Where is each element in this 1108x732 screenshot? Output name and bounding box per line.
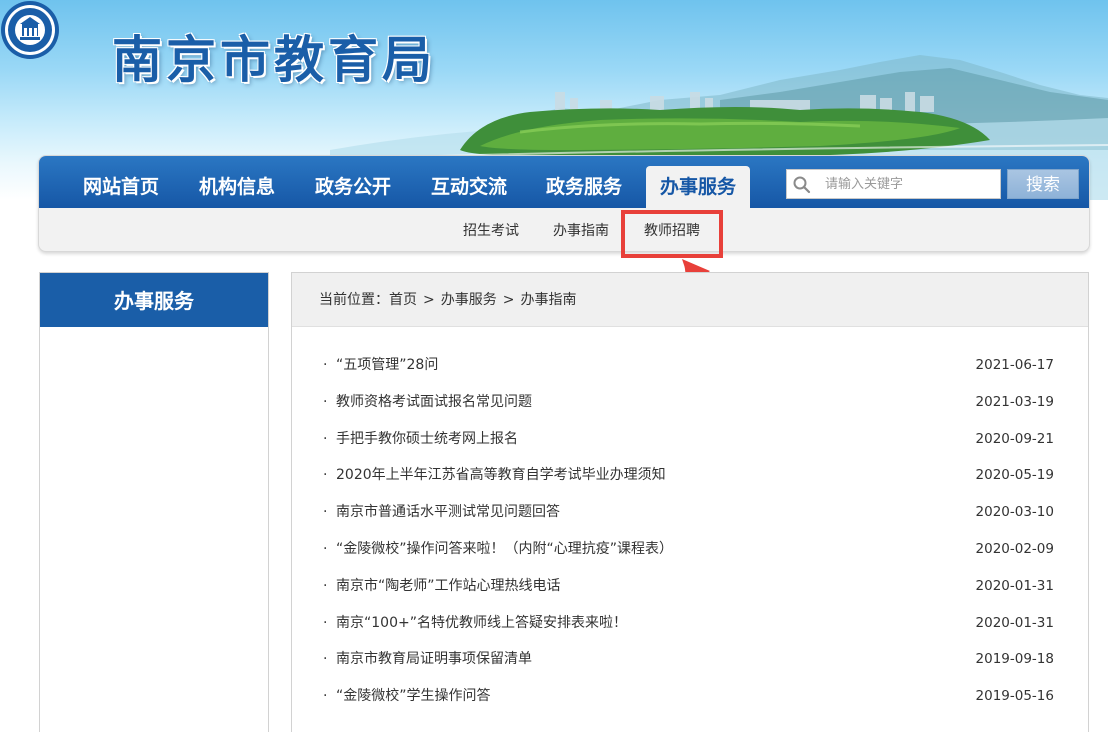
breadcrumb-prefix: 当前位置：: [319, 292, 389, 308]
breadcrumb-home[interactable]: 首页: [389, 292, 417, 308]
article-list: · “五项管理”28问 2021-06-17 · 教师资格考试面试报名常见问题 2021…: [292, 347, 1088, 715]
breadcrumb-separator: >: [502, 292, 515, 308]
sidebar-title: 办事服务: [40, 273, 268, 327]
nav-item-organization[interactable]: 机构信息: [197, 156, 277, 208]
list-bullet: ·: [323, 614, 328, 631]
article-title[interactable]: “五项管理”28问: [336, 347, 438, 384]
sidebar: 办事服务: [39, 272, 269, 732]
list-item: · 南京市普通话水平测试常见问题回答 2020-03-10: [292, 494, 1088, 531]
article-title[interactable]: 南京市“陶老师”工作站心理热线电话: [336, 568, 561, 605]
nav-item-home[interactable]: 网站首页: [81, 156, 161, 208]
sub-navigation: 招生考试 办事指南 教师招聘: [39, 208, 1089, 251]
list-bullet: ·: [323, 393, 328, 410]
breadcrumb: 当前位置：首页 > 办事服务 > 办事指南: [292, 273, 1088, 327]
list-bullet: ·: [323, 467, 328, 484]
list-item: · 教师资格考试面试报名常见问题 2021-03-19: [292, 384, 1088, 421]
main-content: 当前位置：首页 > 办事服务 > 办事指南 · “五项管理”28问 2021-06-17 ·…: [291, 272, 1089, 732]
article-title[interactable]: “金陵微校”学生操作问答: [336, 678, 491, 715]
article-date: 2019-05-16: [975, 688, 1054, 705]
article-title[interactable]: 南京“100+”名特优教师线上答疑安排表来啦！: [336, 605, 627, 642]
article-date: 2021-06-17: [975, 357, 1054, 373]
site-title: 南京市教育局: [112, 30, 436, 89]
article-title[interactable]: 2020年上半年江苏省高等教育自学考试毕业办理须知: [336, 457, 666, 494]
nav-bar: 网站首页 机构信息 政务公开 互动交流 政务服务 办事服务 搜索: [39, 156, 1089, 208]
article-date: 2020-05-19: [975, 467, 1054, 484]
sub-nav-service-guide[interactable]: 办事指南: [553, 220, 609, 240]
search-button[interactable]: 搜索: [1007, 169, 1079, 199]
list-item: · 2020年上半年江苏省高等教育自学考试毕业办理须知 2020-05-19: [292, 457, 1088, 494]
nav-item-government-affairs[interactable]: 政务公开: [313, 156, 393, 208]
article-date: 2020-01-31: [975, 614, 1054, 631]
list-item: · 南京市教育局证明事项保留清单 2019-09-18: [292, 641, 1088, 678]
highlight-box: [621, 210, 723, 258]
article-title[interactable]: 南京市教育局证明事项保留清单: [336, 641, 532, 678]
list-bullet: ·: [323, 357, 328, 373]
article-date: 2020-01-31: [975, 577, 1054, 594]
article-date: 2019-09-18: [975, 651, 1054, 668]
main-navigation: 网站首页 机构信息 政务公开 互动交流 政务服务 办事服务 搜索 招生考试 办事…: [38, 155, 1090, 252]
nav-item-government-services[interactable]: 政务服务: [544, 156, 624, 208]
list-item: · 南京“100+”名特优教师线上答疑安排表来啦！ 2020-01-31: [292, 605, 1088, 642]
search-input[interactable]: [825, 170, 997, 198]
article-date: 2020-02-09: [975, 540, 1054, 557]
list-item: · 南京市“陶老师”工作站心理热线电话 2020-01-31: [292, 568, 1088, 605]
search-box: [786, 169, 1001, 199]
breadcrumb-separator: >: [423, 292, 435, 308]
list-item: · “金陵微校”操作问答来啦！（内附“心理抗疫”课程表） 2020-02-09: [292, 531, 1088, 568]
nav-item-interaction[interactable]: 互动交流: [429, 156, 509, 208]
article-date: 2021-03-19: [975, 393, 1054, 410]
list-item: · 手把手教你硕士统考网上报名 2020-09-21: [292, 421, 1088, 458]
breadcrumb-affairs-services[interactable]: 办事服务: [441, 292, 497, 308]
list-bullet: ·: [323, 688, 328, 705]
list-bullet: ·: [323, 504, 328, 521]
nav-item-affairs-services[interactable]: 办事服务: [646, 166, 750, 208]
list-item: · “五项管理”28问 2021-06-17: [292, 347, 1088, 384]
article-title[interactable]: 南京市普通话水平测试常见问题回答: [336, 494, 560, 531]
breadcrumb-service-guide[interactable]: 办事指南: [520, 292, 576, 308]
article-date: 2020-03-10: [975, 504, 1054, 521]
sub-nav-admission-exams[interactable]: 招生考试: [463, 220, 519, 240]
article-title[interactable]: 教师资格考试面试报名常见问题: [336, 384, 532, 421]
search-icon: [793, 176, 811, 194]
list-bullet: ·: [323, 577, 328, 594]
article-date: 2020-09-21: [975, 430, 1054, 447]
list-bullet: ·: [323, 540, 328, 557]
article-title[interactable]: “金陵微校”操作问答来啦！（内附“心理抗疫”课程表）: [336, 531, 673, 568]
city-seal-icon: [1, 1, 59, 59]
list-bullet: ·: [323, 430, 328, 447]
article-title[interactable]: 手把手教你硕士统考网上报名: [336, 421, 518, 458]
list-item: · “金陵微校”学生操作问答 2019-05-16: [292, 678, 1088, 715]
list-bullet: ·: [323, 651, 328, 668]
